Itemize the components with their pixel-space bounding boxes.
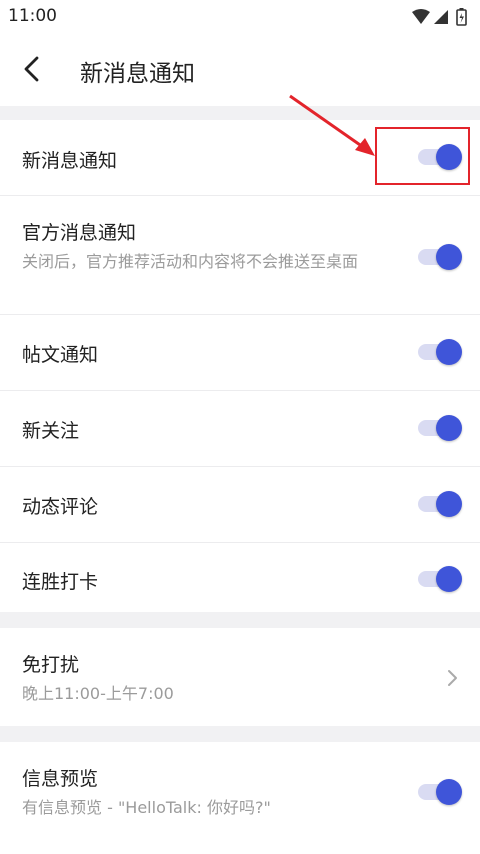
dnd-time-range: 晚上11:00-上午7:00 bbox=[22, 684, 174, 703]
toggle-knob bbox=[436, 415, 462, 441]
setting-row-post: 帖文通知 bbox=[0, 315, 480, 391]
setting-row-follow: 新关注 bbox=[0, 391, 480, 467]
setting-label: 连胜打卡 bbox=[22, 571, 99, 593]
message-preview-toggle[interactable] bbox=[416, 777, 466, 807]
preview-label: 信息预览 bbox=[22, 768, 99, 790]
streak-checkin-toggle[interactable] bbox=[416, 564, 466, 594]
toggle-knob bbox=[436, 339, 462, 365]
toggle-knob bbox=[436, 244, 462, 270]
chevron-left-icon bbox=[24, 56, 39, 82]
toggle-knob bbox=[436, 779, 462, 805]
comment-toggle[interactable] bbox=[416, 489, 466, 519]
preview-description: 有信息预览 - "HelloTalk: 你好吗?" bbox=[22, 798, 271, 817]
setting-row-official: 官方消息通知 关闭后，官方推荐活动和内容将不会推送至桌面 bbox=[0, 196, 480, 315]
status-time: 11:00 bbox=[8, 6, 57, 26]
setting-label: 官方消息通知 bbox=[22, 222, 137, 244]
annotation-arrow-icon bbox=[289, 94, 375, 156]
status-bar: 11:00 bbox=[0, 0, 480, 34]
setting-row-comment: 动态评论 bbox=[0, 467, 480, 543]
dnd-label: 免打扰 bbox=[22, 654, 80, 676]
setting-row-streak: 连胜打卡 bbox=[0, 543, 480, 615]
setting-label: 帖文通知 bbox=[22, 344, 99, 366]
setting-label: 动态评论 bbox=[22, 496, 99, 518]
notification-settings-group: 新消息通知 官方消息通知 关闭后，官方推荐活动和内容将不会推送至桌面 帖文通知 … bbox=[0, 120, 480, 612]
toggle-knob bbox=[436, 491, 462, 517]
setting-label: 新关注 bbox=[22, 420, 80, 442]
post-notification-toggle[interactable] bbox=[416, 337, 466, 367]
wifi-icon bbox=[412, 9, 430, 24]
signal-icon bbox=[434, 10, 448, 24]
annotation-highlight-box bbox=[375, 127, 470, 185]
setting-label: 新消息通知 bbox=[22, 150, 118, 172]
message-preview-group: 信息预览 有信息预览 - "HelloTalk: 你好吗?" bbox=[0, 742, 480, 854]
do-not-disturb-group[interactable]: 免打扰 晚上11:00-上午7:00 bbox=[0, 628, 480, 726]
back-button[interactable] bbox=[18, 54, 48, 84]
official-message-toggle[interactable] bbox=[416, 242, 466, 272]
toggle-knob bbox=[436, 566, 462, 592]
battery-charging-icon bbox=[456, 8, 467, 26]
setting-description: 关闭后，官方推荐活动和内容将不会推送至桌面 bbox=[22, 252, 359, 271]
status-icons bbox=[412, 8, 467, 26]
header-bar: 新消息通知 bbox=[0, 34, 480, 106]
new-follow-toggle[interactable] bbox=[416, 413, 466, 443]
chevron-right-icon[interactable] bbox=[446, 668, 460, 688]
page-title: 新消息通知 bbox=[80, 61, 195, 87]
